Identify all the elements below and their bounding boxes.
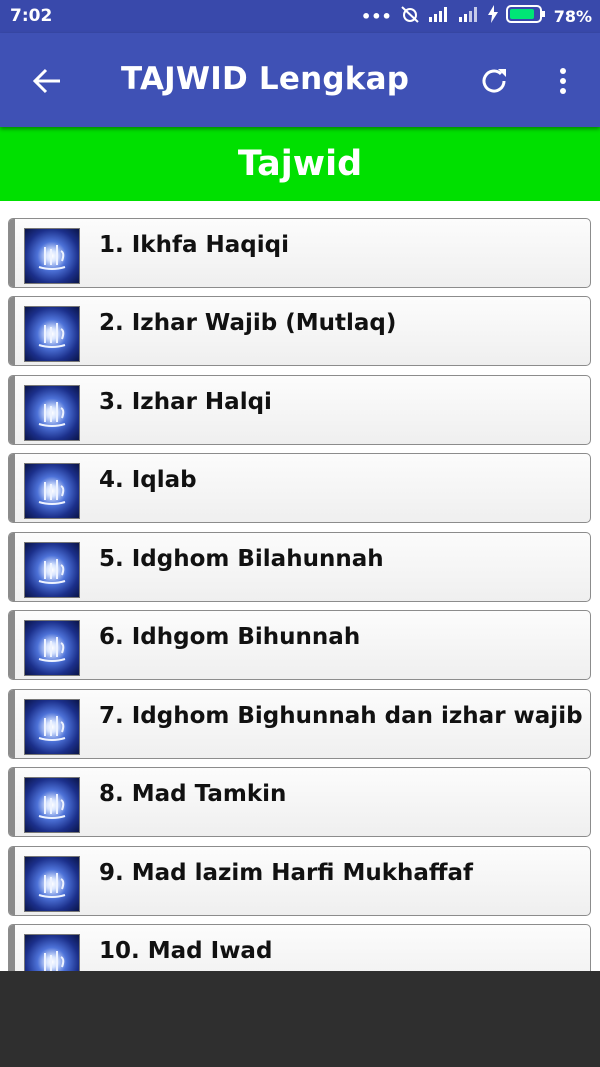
allah-calligraphy-icon [24, 934, 80, 971]
list-item-label: 3. Izhar Halqi [99, 389, 272, 415]
list-item[interactable]: 5. Idghom Bilahunnah [8, 532, 591, 602]
list-item-label: 1. Ikhfa Haqiqi [99, 232, 289, 258]
signal-strength-icon [428, 6, 450, 26]
list-item[interactable]: 2. Izhar Wajib (Mutlaq) [8, 296, 591, 366]
more-vert-icon [560, 68, 566, 94]
list-item[interactable]: 9. Mad lazim Harfi Mukhaffaf [8, 846, 591, 916]
refresh-button[interactable] [472, 61, 516, 101]
list-item-label: 4. Iqlab [99, 467, 197, 493]
list-item[interactable]: 8. Mad Tamkin [8, 767, 591, 837]
section-title: Tajwid [237, 144, 363, 184]
list-item[interactable]: 4. Iqlab [8, 453, 591, 523]
allah-calligraphy-icon [24, 777, 80, 833]
system-navigation-bar [0, 971, 600, 1067]
refresh-icon [482, 69, 506, 93]
list-item-label: 8. Mad Tamkin [99, 781, 287, 807]
status-time: 7:02 [10, 6, 53, 26]
back-button[interactable] [22, 61, 72, 101]
battery-percent: 78% [553, 6, 592, 26]
allah-calligraphy-icon [24, 699, 80, 755]
status-indicators: ••• 78% [361, 5, 592, 27]
allah-calligraphy-icon [24, 856, 80, 912]
more-notifications-icon: ••• [361, 6, 392, 26]
list-item-label: 6. Idhgom Bihunnah [99, 624, 361, 650]
list-item-label: 10. Mad Iwad [99, 938, 273, 964]
alarm-off-icon [400, 5, 420, 27]
list-item-label: 2. Izhar Wajib (Mutlaq) [99, 310, 397, 336]
item-accent-bar [9, 768, 15, 836]
item-accent-bar [9, 219, 15, 287]
item-accent-bar [9, 376, 15, 444]
status-bar: 7:02 ••• 78% [0, 0, 600, 33]
charging-icon [487, 5, 498, 27]
item-accent-bar [9, 690, 15, 758]
list-item[interactable]: 1. Ikhfa Haqiqi [8, 218, 591, 288]
list-item[interactable]: 7. Idghom Bighunnah dan izhar wajib [8, 689, 591, 759]
list-item-label: 5. Idghom Bilahunnah [99, 546, 384, 572]
list-item[interactable]: 10. Mad Iwad [8, 924, 591, 971]
topic-list: 1. Ikhfa Haqiqi 2. Izhar Wajib (Mutlaq) … [0, 201, 600, 971]
section-header: Tajwid [0, 127, 600, 201]
allah-calligraphy-icon [24, 620, 80, 676]
allah-calligraphy-icon [24, 228, 80, 284]
arrow-back-icon [32, 68, 60, 94]
list-item-label: 7. Idghom Bighunnah dan izhar wajib [99, 703, 583, 729]
battery-icon [505, 5, 546, 27]
allah-calligraphy-icon [24, 463, 80, 519]
allah-calligraphy-icon [24, 385, 80, 441]
app-bar: TAJWID Lengkap [0, 33, 600, 127]
item-accent-bar [9, 454, 15, 522]
signal-strength-2-icon [458, 6, 480, 26]
allah-calligraphy-icon [24, 542, 80, 598]
list-item[interactable]: 6. Idhgom Bihunnah [8, 610, 591, 680]
item-accent-bar [9, 611, 15, 679]
item-accent-bar [9, 847, 15, 915]
list-item-label: 9. Mad lazim Harfi Mukhaffaf [99, 860, 474, 886]
list-item[interactable]: 3. Izhar Halqi [8, 375, 591, 445]
item-accent-bar [9, 533, 15, 601]
more-options-button[interactable] [548, 61, 578, 101]
allah-calligraphy-icon [24, 306, 80, 362]
item-accent-bar [9, 297, 15, 365]
item-accent-bar [9, 925, 15, 971]
app-title: TAJWID Lengkap [121, 61, 410, 97]
